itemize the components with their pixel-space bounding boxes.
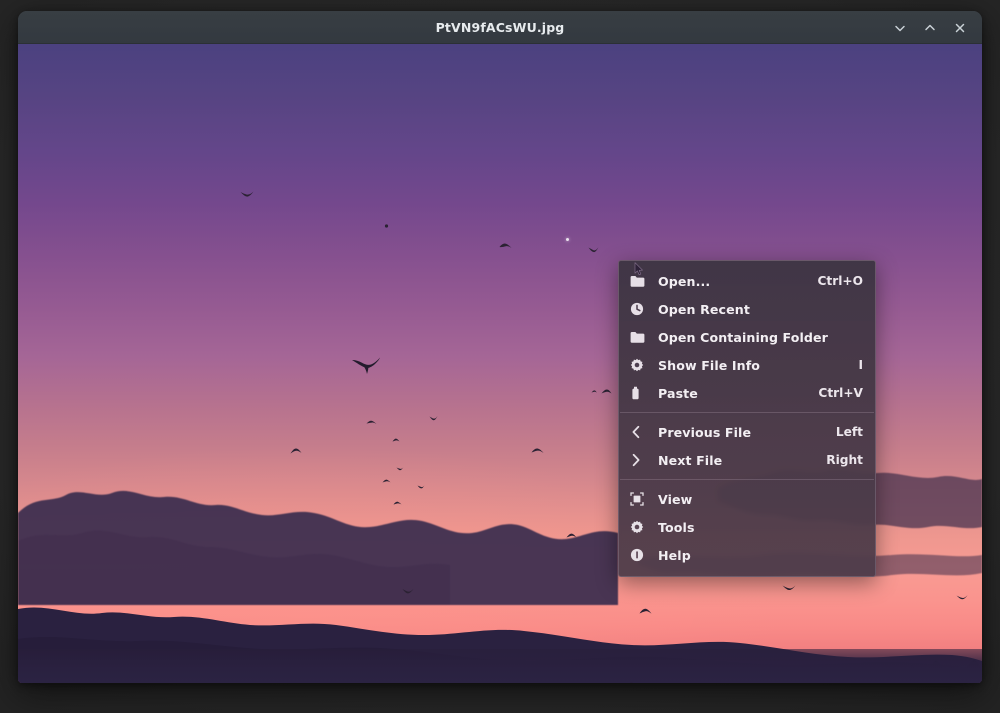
- menu-separator: [620, 412, 874, 413]
- menu-item-help[interactable]: Help: [619, 541, 875, 569]
- menu-item-label: Show File Info: [658, 357, 761, 373]
- menu-item-label: Open...: [658, 273, 711, 289]
- chevron-right-icon: [849, 493, 863, 505]
- maximize-button[interactable]: [916, 15, 944, 41]
- menu-group-file: Open... Ctrl+O Open Recent Open Containi…: [619, 267, 875, 407]
- info-icon: [630, 547, 650, 563]
- menu-item-paste[interactable]: Paste Ctrl+V: [619, 379, 875, 407]
- clock-icon: [630, 301, 650, 317]
- context-menu[interactable]: Open... Ctrl+O Open Recent Open Containi…: [618, 260, 876, 577]
- menu-item-accel: Ctrl+V: [818, 386, 863, 400]
- view-icon: [630, 491, 650, 507]
- chevron-right-icon: [849, 521, 863, 533]
- menu-group-app: View Tools Help: [619, 485, 875, 569]
- desktop-background: PtVN9fACsWU.jpg Open... Ctrl+O Open Rece…: [0, 0, 1000, 713]
- menu-item-next-file[interactable]: Next File Right: [619, 446, 875, 474]
- chevron-right-icon: [630, 452, 650, 468]
- close-button[interactable]: [946, 15, 974, 41]
- menu-item-label: Next File: [658, 452, 723, 468]
- menu-item-accel: Ctrl+O: [817, 274, 863, 288]
- menu-item-label: Previous File: [658, 424, 752, 440]
- menu-separator: [620, 479, 874, 480]
- gear-icon: [630, 357, 650, 373]
- menu-item-label: Open Containing Folder: [658, 329, 828, 345]
- folder-icon: [630, 329, 650, 345]
- foreground-shadow: [18, 649, 982, 683]
- menu-group-navigation: Previous File Left Next File Right: [619, 418, 875, 474]
- menu-item-accel: Right: [826, 453, 863, 467]
- gear-icon: [630, 519, 650, 535]
- window-title: PtVN9fACsWU.jpg: [435, 19, 565, 35]
- menu-item-accel: I: [858, 358, 863, 372]
- paste-icon: [630, 385, 650, 401]
- menu-item-show-file-info[interactable]: Show File Info I: [619, 351, 875, 379]
- menu-item-label: View: [658, 491, 693, 507]
- menu-item-label: Tools: [658, 519, 695, 535]
- menu-item-open-recent[interactable]: Open Recent: [619, 295, 875, 323]
- image-canvas[interactable]: Open... Ctrl+O Open Recent Open Containi…: [18, 44, 982, 683]
- menu-item-label: Paste: [658, 385, 698, 401]
- window-titlebar[interactable]: PtVN9fACsWU.jpg: [18, 11, 982, 44]
- menu-item-open[interactable]: Open... Ctrl+O: [619, 267, 875, 295]
- menu-item-open-containing-folder[interactable]: Open Containing Folder: [619, 323, 875, 351]
- menu-item-label: Help: [658, 547, 691, 563]
- minimize-button[interactable]: [886, 15, 914, 41]
- menu-item-label: Open Recent: [658, 301, 750, 317]
- menu-item-view[interactable]: View: [619, 485, 875, 513]
- menu-item-accel: Left: [835, 425, 863, 439]
- window-controls: [886, 11, 974, 44]
- menu-item-tools[interactable]: Tools: [619, 513, 875, 541]
- chevron-right-icon: [849, 303, 863, 315]
- chevron-left-icon: [630, 424, 650, 440]
- menu-item-previous-file[interactable]: Previous File Left: [619, 418, 875, 446]
- folder-open-icon: [630, 273, 650, 289]
- image-viewer-window: PtVN9fACsWU.jpg Open... Ctrl+O Open Rece…: [18, 11, 982, 683]
- chevron-right-icon: [849, 549, 863, 561]
